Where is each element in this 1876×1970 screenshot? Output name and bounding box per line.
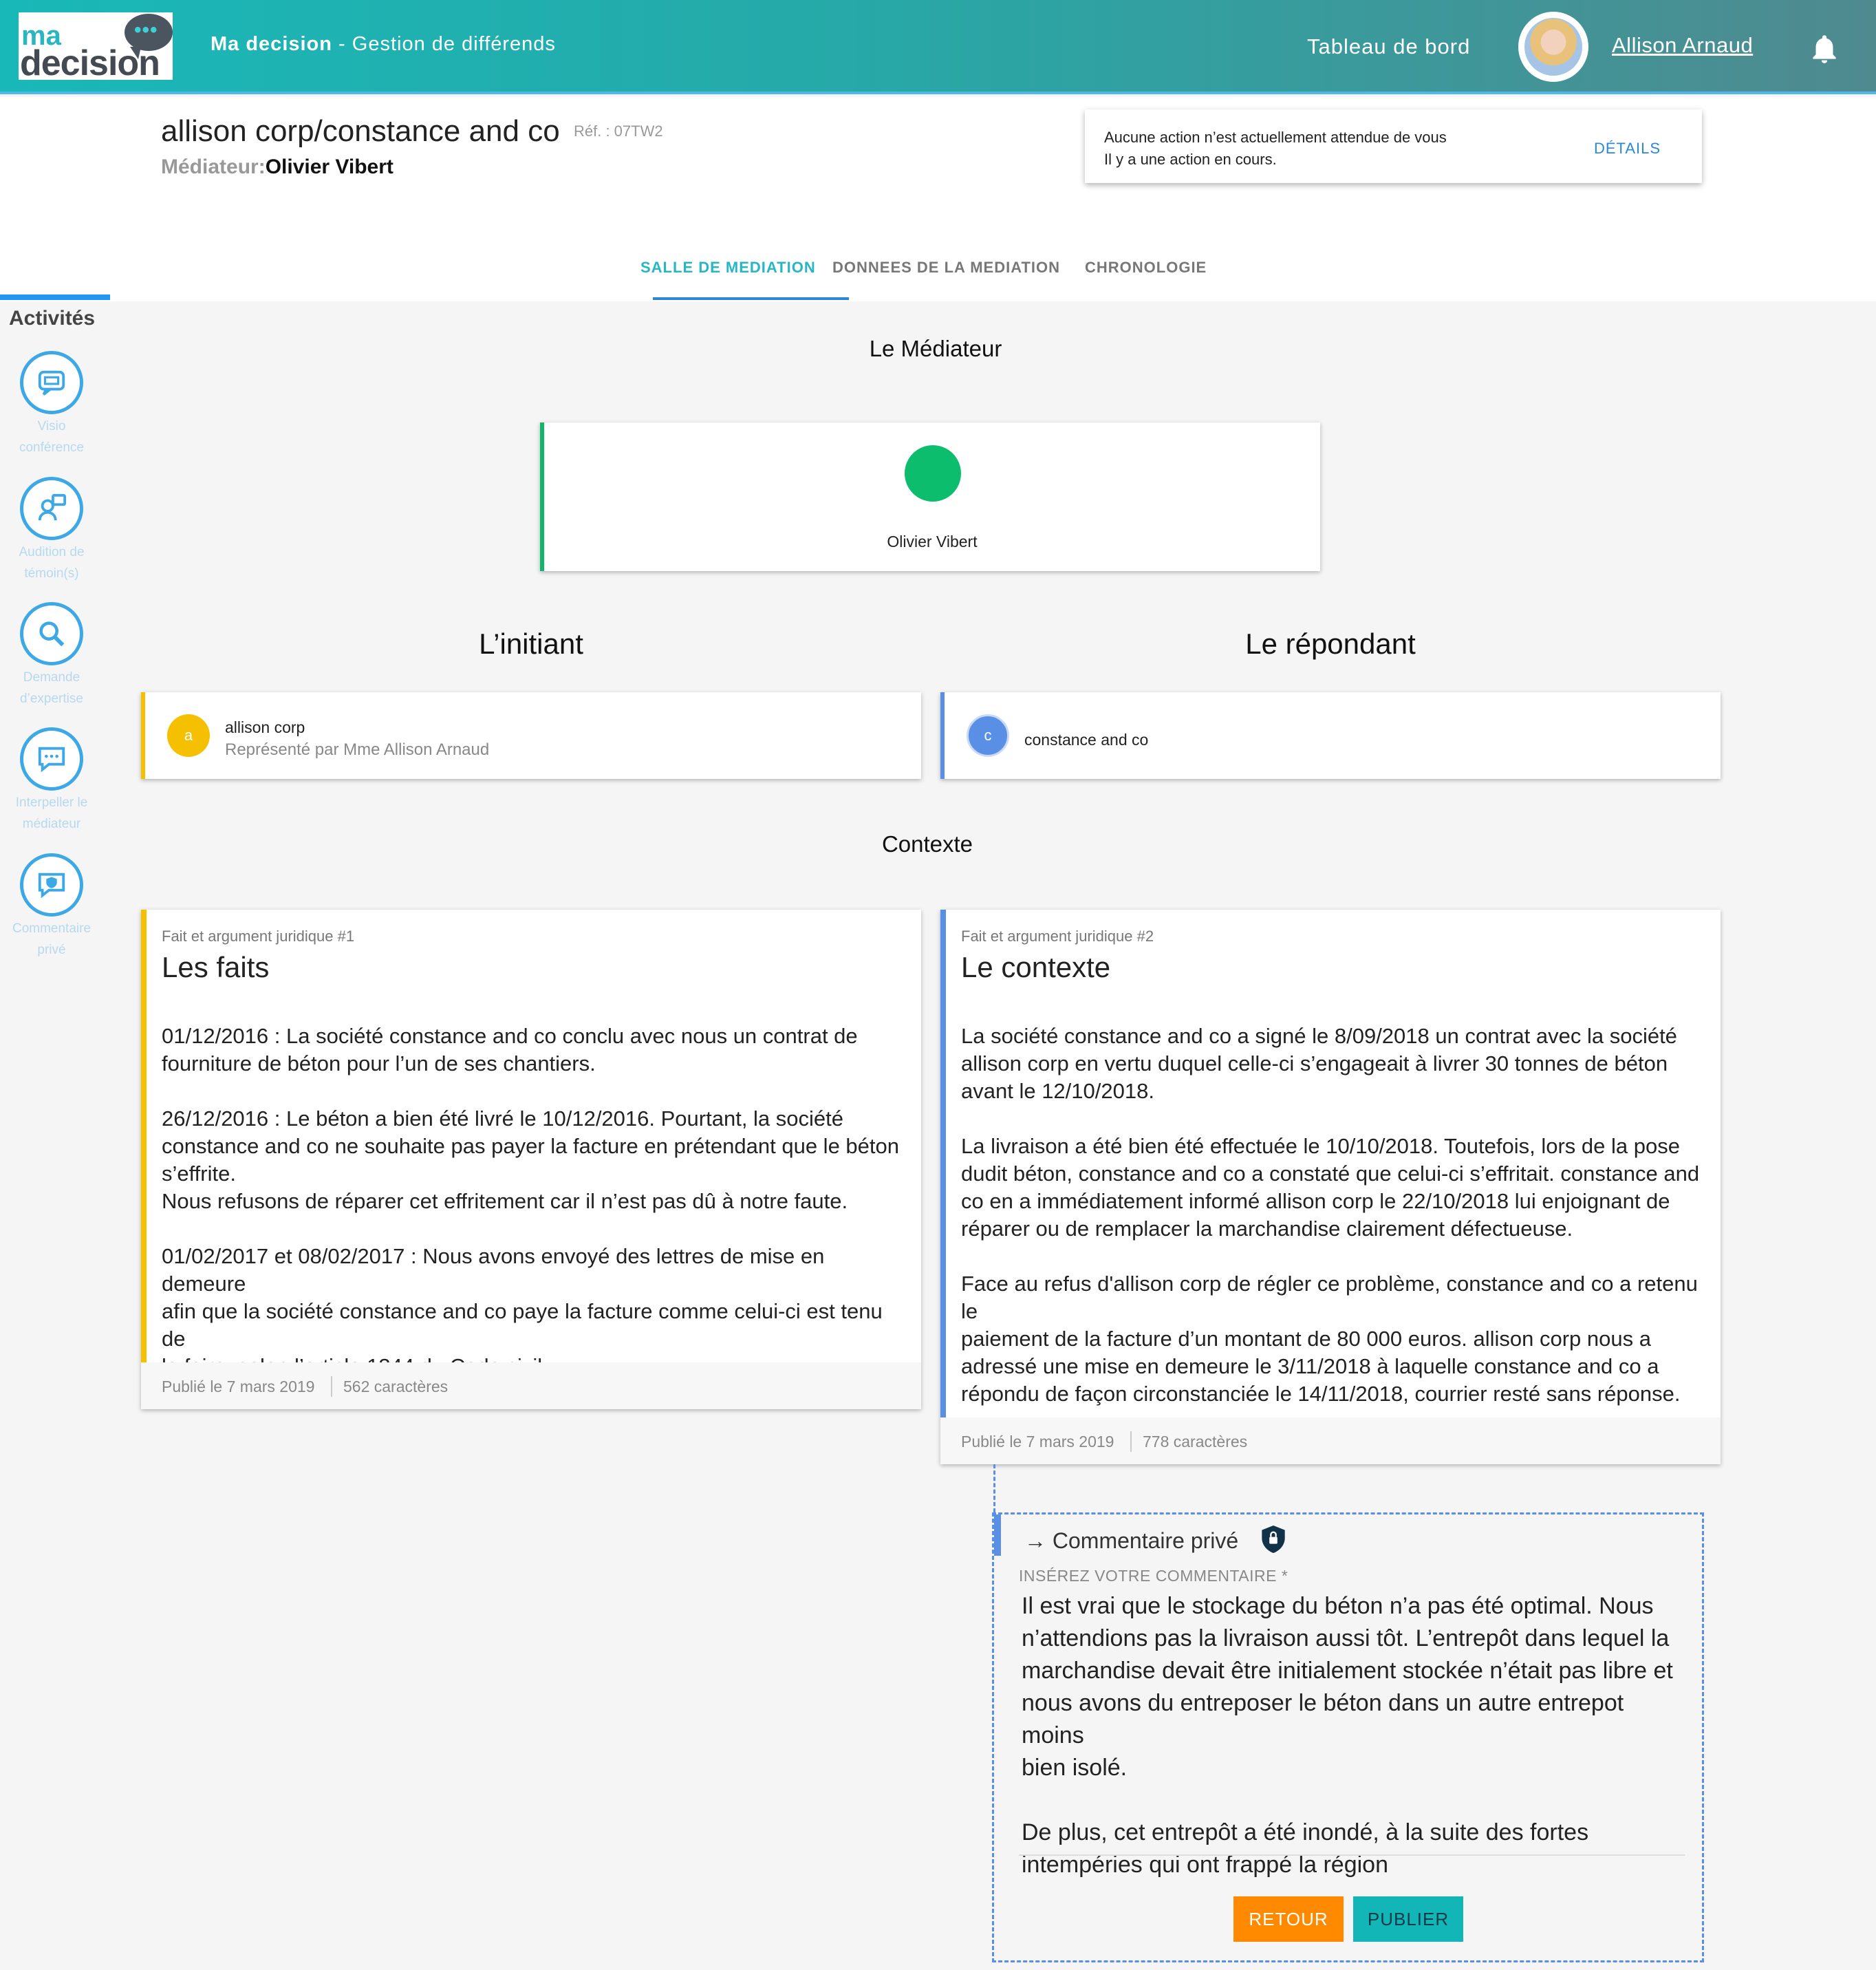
tab-salle-de-mediation[interactable]: SALLE DE MEDIATION [640, 259, 816, 277]
comment-field-label: INSÉREZ VOTRE COMMENTAIRE * [1019, 1567, 1289, 1585]
mediator-label: Médiateur: [161, 156, 266, 178]
argument-heading: Le contexte [961, 951, 1111, 983]
avatar[interactable] [1518, 12, 1588, 82]
chat-bubble-icon [20, 727, 83, 791]
respondent-title: Le répondant [1245, 628, 1416, 660]
respondent-name: constance and co [1024, 731, 1149, 749]
user-name-link[interactable]: Allison Arnaud [1612, 33, 1753, 58]
footer-divider [331, 1376, 332, 1397]
argument-heading: Les faits [162, 951, 270, 983]
argument-card-2[interactable]: Fait et argument juridique #2 Le context… [940, 910, 1721, 1464]
comment-connector [993, 1464, 995, 1512]
shield-lock-icon [1262, 1525, 1285, 1553]
private-comment-icon [20, 853, 83, 917]
sidebar-label: Visio conférence [19, 419, 84, 455]
sidebar-label: Demande d’expertise [20, 670, 83, 706]
initiator-card[interactable]: a allison corp Représenté par Mme Alliso… [141, 692, 921, 779]
mediator-card[interactable]: Olivier Vibert [540, 422, 1320, 571]
published-date: Publié le 7 mars 2019 [961, 1433, 1114, 1450]
back-button[interactable]: RETOUR [1233, 1896, 1344, 1942]
avatar-photo [1524, 18, 1582, 76]
argument-footer: Publié le 7 mars 2019 562 caractères [141, 1362, 921, 1409]
char-count: 778 caractères [1143, 1433, 1248, 1450]
initiator-representative: Représenté par Mme Allison Arnaud [225, 740, 490, 759]
argument-footer: Publié le 7 mars 2019 778 caractères [940, 1417, 1721, 1464]
sidebar-item-visio[interactable]: Visio conférence [0, 351, 103, 458]
bell-icon[interactable] [1807, 32, 1842, 66]
witness-icon [20, 477, 83, 540]
case-mediator: Médiateur:Olivier Vibert [161, 156, 393, 179]
mediator-name: Olivier Vibert [265, 156, 393, 178]
tab-chronologie[interactable]: CHRONOLOGIE [1085, 259, 1207, 277]
mediator-section-title: Le Médiateur [869, 336, 1002, 361]
logo-dots: ••• [134, 19, 158, 41]
footer-divider [1130, 1431, 1132, 1452]
notice-line-2: Il y a une action en cours. [1104, 151, 1277, 168]
logo[interactable]: ma decision ••• [19, 12, 173, 83]
details-link[interactable]: DÉTAILS [1594, 140, 1661, 158]
mediator-avatar [905, 445, 961, 502]
argument-body: 01/12/2016 : La société constance and co… [162, 1024, 899, 1378]
published-date: Publié le 7 mars 2019 [162, 1378, 315, 1395]
app-name: Ma decision [211, 33, 332, 55]
argument-kicker: Fait et argument juridique #1 [162, 928, 355, 945]
sidebar-item-commentaire[interactable]: Commentaire privé [0, 853, 103, 961]
comment-textarea[interactable]: Il est vrai que le stockage du béton n’a… [1022, 1590, 1689, 1881]
initiator-title: L’initiant [479, 628, 583, 660]
initiator-name: allison corp [225, 718, 305, 736]
app-title: Ma decision - Gestion de différends [211, 33, 556, 56]
sidebar-label: Interpeller le médiateur [15, 795, 88, 831]
arrow-right-icon: → [1024, 1528, 1046, 1553]
app-subtitle: - Gestion de différends [332, 33, 556, 55]
sidebar-title: Activités [9, 307, 96, 330]
comment-underline [1019, 1854, 1685, 1856]
respondent-card[interactable]: c constance and co [940, 692, 1721, 779]
sidebar-label: Audition de témoin(s) [19, 545, 85, 581]
respondent-avatar: c [967, 714, 1009, 757]
argument-kicker: Fait et argument juridique #2 [961, 928, 1154, 945]
context-title: Contexte [881, 831, 973, 857]
video-conference-icon [20, 351, 83, 414]
active-tab-indicator [653, 297, 849, 300]
magnifier-icon [20, 602, 83, 665]
sidebar-item-interpeller[interactable]: Interpeller le médiateur [0, 727, 103, 835]
private-comment-box: → Commentaire privé INSÉREZ VOTRE COMMEN… [992, 1512, 1704, 1962]
tab-donnees-de-la-mediation[interactable]: DONNEES DE LA MEDIATION [832, 259, 1060, 277]
mediator-card-name: Olivier Vibert [887, 533, 978, 550]
comment-accent-bar [994, 1514, 1001, 1556]
sidebar-item-expertise[interactable]: Demande d’expertise [0, 602, 103, 709]
case-ref: Réf. : 07TW2 [574, 122, 663, 140]
sidebar-label: Commentaire privé [12, 921, 91, 957]
action-notice: Aucune action n’est actuellement attendu… [1085, 109, 1702, 183]
initiator-avatar: a [167, 714, 210, 757]
char-count: 562 caractères [343, 1378, 449, 1395]
sidebar-item-audition[interactable]: Audition de témoin(s) [0, 477, 103, 584]
comment-header: → Commentaire privé [1024, 1528, 1238, 1554]
sidebar-top-bar [0, 295, 110, 300]
case-title: allison corp/constance and co [161, 114, 560, 148]
argument-card-1[interactable]: Fait et argument juridique #1 Les faits … [141, 910, 921, 1409]
top-bar: ma decision ••• Ma decision - Gestion de… [0, 0, 1876, 94]
comment-title: Commentaire privé [1052, 1528, 1239, 1553]
dashboard-link[interactable]: Tableau de bord [1307, 34, 1470, 59]
argument-body: La société constance and co a signé le 8… [961, 1024, 1700, 1406]
notice-line-1: Aucune action n’est actuellement attendu… [1104, 129, 1447, 146]
publish-button[interactable]: PUBLIER [1353, 1896, 1463, 1942]
